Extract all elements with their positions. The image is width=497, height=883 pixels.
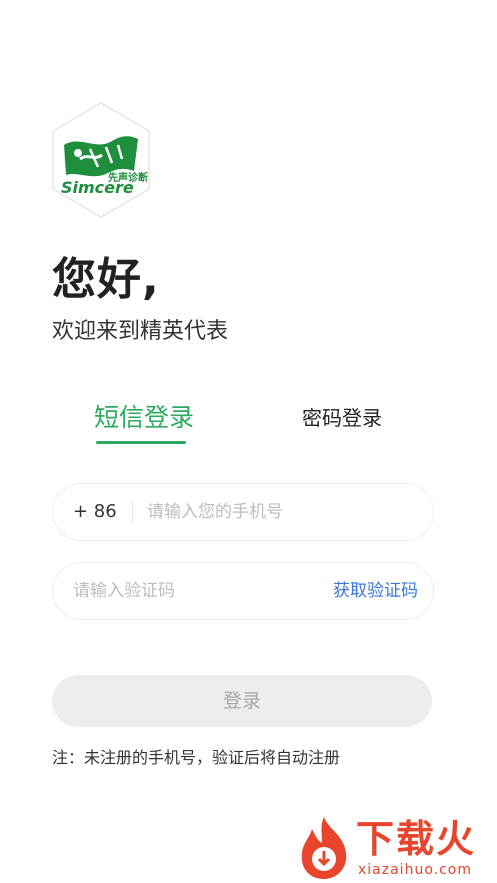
verification-code-input[interactable] bbox=[73, 563, 303, 619]
watermark-url: xiazaihuo.com bbox=[358, 862, 472, 878]
registration-note: 注：未注册的手机号，验证后将自动注册 bbox=[52, 748, 341, 767]
field-divider bbox=[132, 502, 133, 522]
logo-en-text: Simcere bbox=[61, 178, 134, 197]
brand-logo: 先声诊断 Simcere bbox=[50, 101, 152, 219]
phone-field: + 86 bbox=[52, 483, 434, 541]
greeting-subtitle: 欢迎来到精英代表 bbox=[52, 319, 229, 344]
login-button[interactable]: 登录 bbox=[52, 675, 432, 727]
get-code-button[interactable]: 获取验证码 bbox=[333, 563, 418, 619]
tab-sms-login[interactable]: 短信登录 bbox=[94, 398, 194, 438]
watermark-title: 下载火 bbox=[356, 817, 477, 861]
active-tab-indicator bbox=[96, 441, 186, 444]
logo-hexagon-icon: 先声诊断 Simcere bbox=[52, 102, 150, 218]
country-code-selector[interactable]: + 86 bbox=[73, 484, 117, 540]
phone-input[interactable] bbox=[147, 484, 417, 540]
watermark: 下载火 xiazaihuo.com bbox=[294, 813, 494, 881]
greeting-title: 您好, bbox=[52, 254, 160, 305]
flame-icon bbox=[301, 817, 347, 879]
tab-password-login[interactable]: 密码登录 bbox=[302, 398, 382, 438]
verification-code-field: 获取验证码 bbox=[52, 562, 434, 620]
